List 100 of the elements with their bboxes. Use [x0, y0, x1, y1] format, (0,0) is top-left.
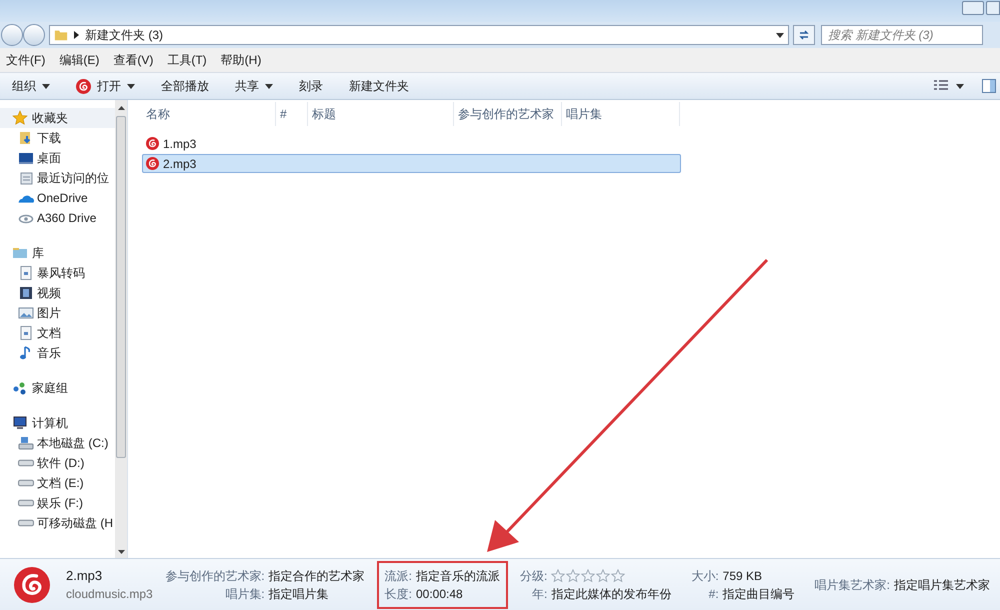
minimize-button[interactable]: [962, 1, 984, 15]
caret-icon: [265, 84, 273, 88]
homegroup-icon: [12, 380, 28, 396]
sidebar-item[interactable]: 软件 (D:): [0, 453, 115, 473]
music-app-icon: [146, 157, 159, 170]
file-row[interactable]: 2.mp3: [142, 154, 681, 173]
sidebar-item[interactable]: 桌面: [0, 148, 115, 168]
property-label: 唱片集:: [224, 586, 265, 602]
view-list-icon: [934, 80, 948, 92]
toolbar-button[interactable]: 全部播放: [153, 75, 217, 97]
property-value[interactable]: 指定此媒体的发布年份: [551, 584, 672, 602]
breadcrumb-arrow-icon: [74, 31, 79, 39]
sidebar-item[interactable]: 图片: [0, 303, 115, 323]
refresh-icon: [798, 29, 810, 41]
sidebar-item[interactable]: 可移动磁盘 (H: [0, 513, 115, 533]
property-label: #:: [708, 586, 719, 602]
sidebar-item[interactable]: OneDrive: [0, 188, 115, 208]
property-label: 参与创作的艺术家:: [165, 568, 265, 584]
toolbar-button[interactable]: 刻录: [291, 75, 331, 97]
back-button[interactable]: [1, 24, 23, 46]
column-header[interactable]: 参与创作的艺术家: [454, 102, 562, 126]
menu-item[interactable]: 编辑(E): [59, 51, 100, 69]
forward-button[interactable]: [23, 24, 45, 46]
property-value[interactable]: 指定唱片集艺术家: [894, 576, 990, 594]
sidebar-item[interactable]: A360 Drive: [0, 208, 115, 228]
system-drive-icon: [18, 435, 34, 451]
property-value[interactable]: 指定唱片集: [268, 584, 365, 602]
sidebar-item[interactable]: 暴风转码: [0, 263, 115, 283]
sidebar-scrollbar[interactable]: [115, 100, 127, 558]
music-app-icon: [146, 137, 159, 150]
address-field[interactable]: 新建文件夹 (3): [49, 25, 789, 45]
menu-item[interactable]: 帮助(H): [220, 51, 262, 69]
music-app-icon: [76, 78, 91, 94]
desktop-icon: [18, 150, 34, 166]
sidebar-group[interactable]: 库: [0, 243, 115, 263]
search-field[interactable]: 搜索 新建文件夹 (3): [821, 25, 983, 45]
caret-icon: [127, 84, 135, 88]
property-value[interactable]: 指定合作的艺术家: [268, 566, 365, 584]
sidebar-item[interactable]: 本地磁盘 (C:): [0, 433, 115, 453]
scroll-up-icon: [118, 106, 124, 110]
sidebar-item[interactable]: 最近访问的位: [0, 168, 115, 188]
scroll-thumb[interactable]: [116, 116, 126, 458]
picture-icon: [18, 305, 34, 321]
caret-icon: [42, 84, 50, 88]
file-type: cloudmusic.mp3: [66, 586, 154, 604]
caret-icon: [776, 32, 784, 38]
toolbar-button[interactable]: 打开: [68, 75, 143, 97]
film-icon: [18, 285, 34, 301]
property-label: 长度:: [384, 586, 412, 602]
music-app-icon: [14, 566, 50, 602]
toolbar-button[interactable]: 组织: [4, 75, 58, 97]
sidebar-item[interactable]: 音乐: [0, 343, 115, 363]
menu-item[interactable]: 文件(F): [6, 51, 46, 69]
rating-star-icon[interactable]: [551, 568, 566, 582]
library-icon: [12, 245, 28, 261]
sidebar-item[interactable]: 文档: [0, 323, 115, 343]
folder-icon: [54, 28, 68, 42]
sidebar-item[interactable]: 视频: [0, 283, 115, 303]
sidebar-group[interactable]: 家庭组: [0, 378, 115, 398]
star-icon: [12, 110, 28, 126]
property-value[interactable]: 指定音乐的流派: [416, 566, 500, 584]
drive-icon: [18, 499, 34, 507]
rating-star-icon[interactable]: [566, 568, 580, 582]
property-label: 分级:: [520, 568, 548, 584]
sidebar-item[interactable]: 下载: [0, 128, 115, 148]
sidebar-item[interactable]: 文档 (E:): [0, 473, 115, 493]
folder-path[interactable]: 新建文件夹 (3): [85, 26, 163, 44]
file-row[interactable]: 1.mp3: [142, 134, 681, 153]
refresh-button[interactable]: [793, 25, 815, 45]
file-name: 2.mp3: [66, 566, 104, 585]
drive-icon: [18, 459, 34, 467]
toolbar-button[interactable]: 新建文件夹: [341, 75, 417, 97]
sidebar-group[interactable]: 计算机: [0, 413, 115, 433]
menu-item[interactable]: 工具(T): [167, 51, 207, 69]
rating-star-icon[interactable]: [596, 568, 610, 582]
property-label: 唱片集艺术家:: [814, 576, 890, 594]
property-label: 大小:: [691, 568, 719, 584]
drive-icon: [18, 479, 34, 487]
drive-icon: [18, 519, 34, 527]
column-header[interactable]: #: [276, 102, 308, 126]
property-value[interactable]: 指定曲目编号: [722, 584, 795, 602]
column-header[interactable]: 标题: [308, 102, 454, 126]
computer-icon: [12, 415, 28, 431]
sidebar-item[interactable]: 娱乐 (F:): [0, 493, 115, 513]
sidebar-group[interactable]: 收藏夹: [0, 108, 115, 128]
rating-star-icon[interactable]: [581, 568, 596, 582]
close-button[interactable]: [986, 1, 1000, 15]
property-value[interactable]: 00:00:48: [416, 584, 500, 602]
document-icon: [18, 265, 34, 281]
document-icon: [18, 325, 34, 341]
property-value[interactable]: 759 KB: [722, 566, 795, 584]
column-header[interactable]: 名称: [142, 102, 276, 126]
column-header[interactable]: 唱片集: [562, 102, 680, 126]
rating-star-icon[interactable]: [611, 568, 626, 582]
toolbar-button[interactable]: 共享: [227, 75, 281, 97]
menu-item[interactable]: 查看(V): [113, 51, 154, 69]
property-label: 流派:: [384, 568, 412, 584]
preview-pane-icon[interactable]: [982, 79, 996, 93]
recent-places-icon: [18, 170, 34, 186]
scroll-down-icon: [118, 550, 124, 554]
